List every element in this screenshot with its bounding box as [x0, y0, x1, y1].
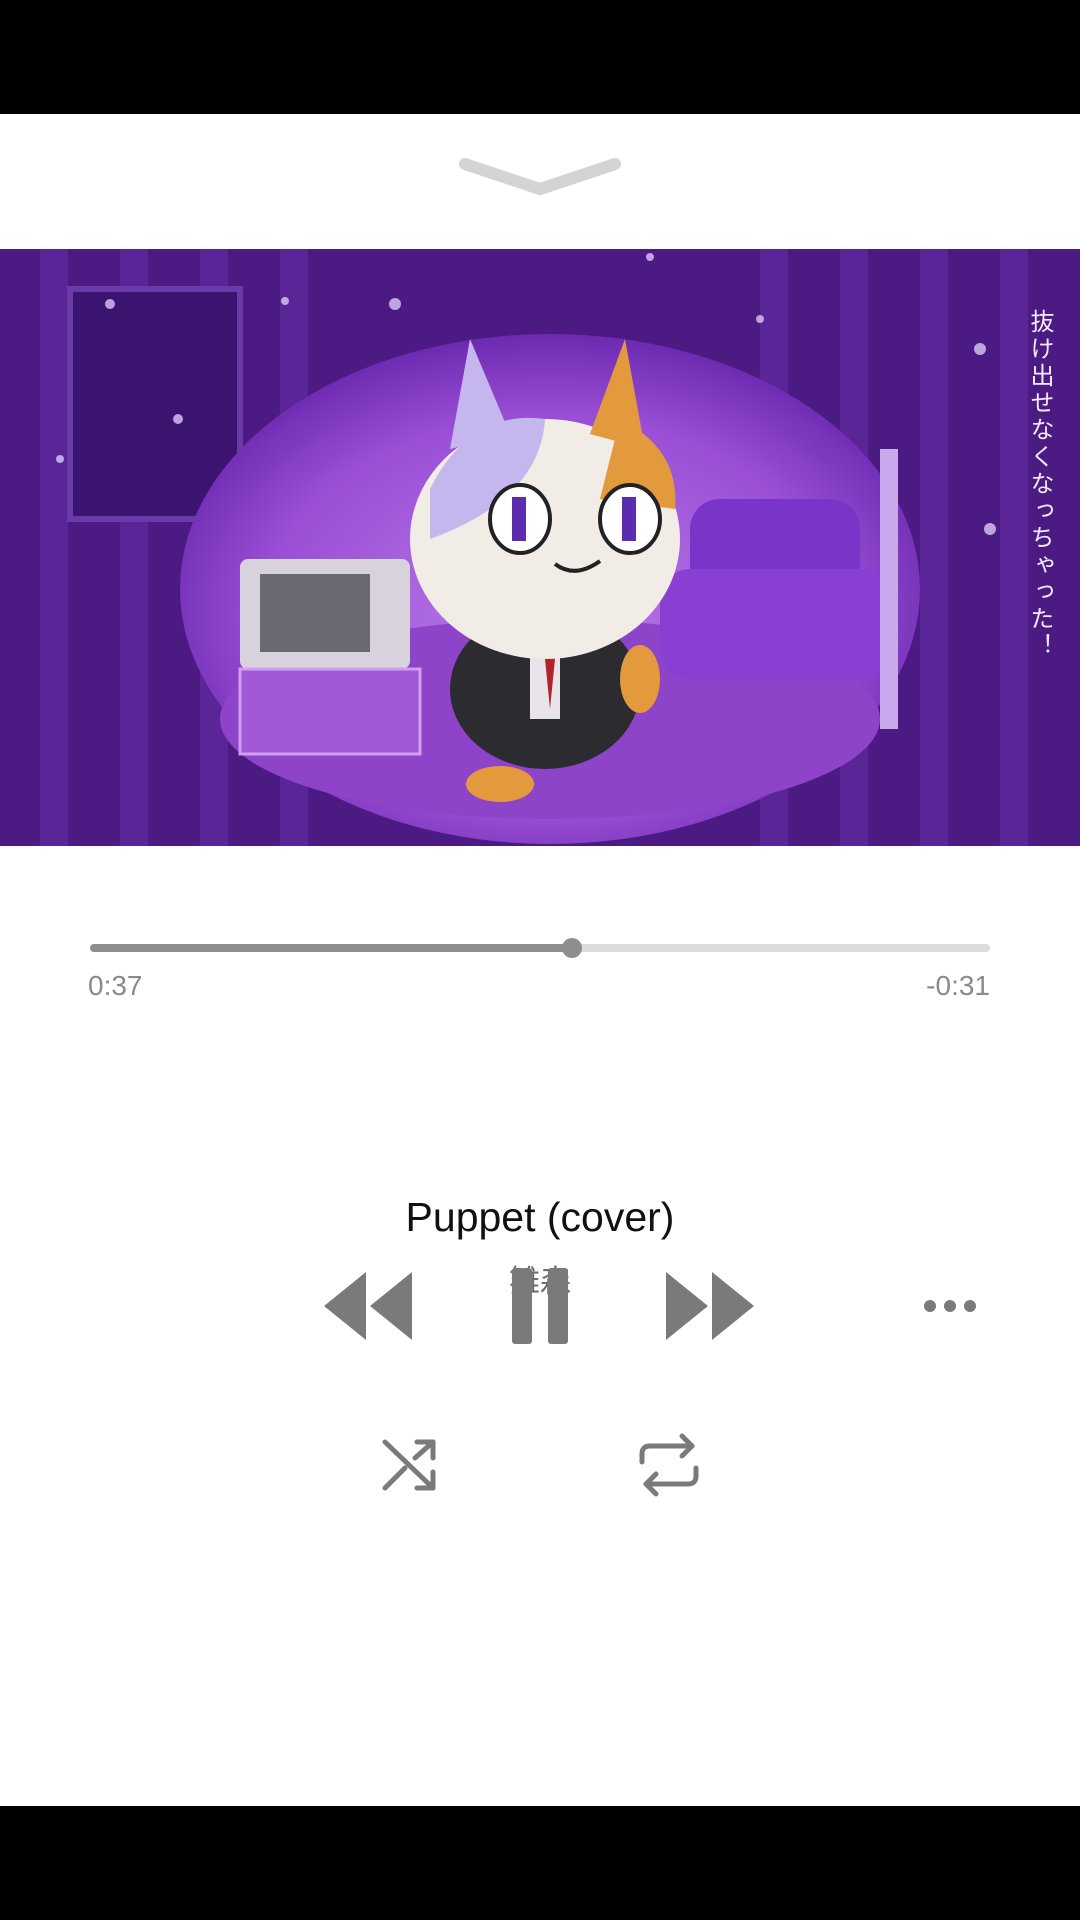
- pause-icon: [512, 1268, 568, 1344]
- tv-shape: [238, 559, 422, 756]
- chevron-down-icon: [459, 158, 621, 195]
- elapsed-time: 0:37: [88, 970, 143, 1001]
- next-button[interactable]: [660, 1266, 760, 1346]
- dismiss-button[interactable]: [455, 134, 625, 204]
- lamp-shape: [880, 449, 898, 729]
- previous-button[interactable]: [318, 1266, 418, 1346]
- remaining-time: -0:31: [926, 970, 990, 1001]
- armchair-shape: [660, 499, 890, 679]
- pause-button[interactable]: [506, 1262, 574, 1350]
- now-playing-sheet: 抜け出せなくなっちゃった！ 0:37 -0:31 Puppet (cover) …: [0, 114, 1080, 1806]
- fast-forward-icon: [666, 1272, 754, 1340]
- home-indicator-bar: [0, 1806, 1080, 1920]
- more-icon: [924, 1300, 976, 1312]
- repeat-icon: [639, 1433, 699, 1497]
- repeat-button[interactable]: [636, 1430, 702, 1500]
- status-bar: [0, 0, 1080, 114]
- progress-fill: [90, 944, 572, 952]
- track-title: Puppet (cover): [405, 1194, 675, 1240]
- album-artwork: 抜け出せなくなっちゃった！: [0, 249, 1080, 846]
- artwork-illustration: [0, 249, 1080, 846]
- artwork-caption: 抜け出せなくなっちゃった！: [1026, 309, 1054, 660]
- progress-slider[interactable]: [90, 928, 990, 968]
- progress-knob[interactable]: [561, 938, 582, 958]
- shuffle-button[interactable]: [377, 1432, 443, 1498]
- rewind-icon: [324, 1272, 412, 1340]
- progress-track: [90, 944, 990, 952]
- more-button[interactable]: [920, 1288, 980, 1324]
- shuffle-icon: [382, 1439, 436, 1491]
